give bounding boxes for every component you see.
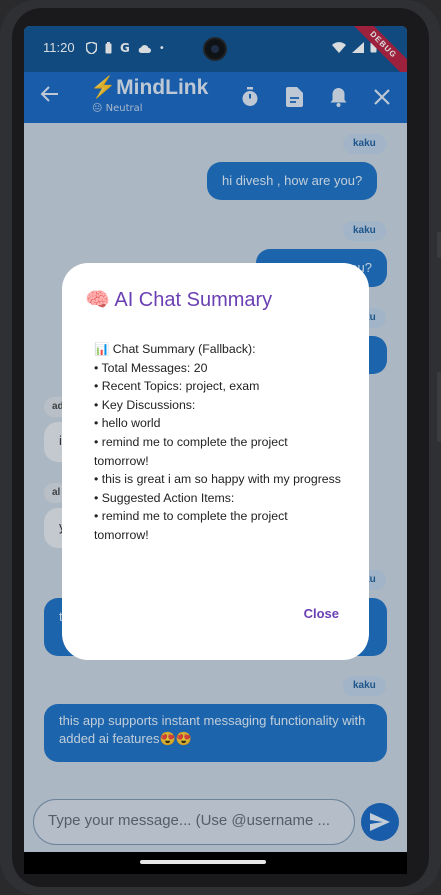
summary-line: • remind me to complete the project tomo… (94, 434, 288, 468)
power-button (437, 372, 441, 442)
ai-summary-dialog: 🧠 AI Chat Summary 📊 Chat Summary (Fallba… (62, 263, 369, 660)
close-button[interactable]: Close (304, 606, 339, 621)
summary-line: 📊 Chat Summary (Fallback): (94, 342, 256, 356)
home-gesture-bar[interactable] (140, 860, 266, 864)
summary-line: • Recent Topics: project, exam (94, 379, 260, 394)
device-frame: 11:20 G • DEBUG ⚡MindLink 😐 Neutral kaku… (0, 0, 441, 895)
phone-screen: 11:20 G • DEBUG ⚡MindLink 😐 Neutral kaku… (24, 26, 407, 874)
summary-line: • remind me to complete the project tomo… (94, 509, 288, 542)
summary-line: • this is great i am so happy with my pr… (94, 472, 341, 487)
system-nav-bar (24, 852, 407, 874)
summary-line: • Suggested Action Items: (94, 490, 235, 505)
summary-text: 📊 Chat Summary (Fallback): • Total Messa… (94, 340, 344, 545)
summary-line: • hello world (94, 416, 161, 431)
summary-line: • Total Messages: 20 (94, 360, 208, 375)
volume-up-button (437, 232, 441, 258)
dialog-title: 🧠 AI Chat Summary (85, 289, 273, 311)
summary-line: • Key Discussions: (94, 397, 196, 412)
